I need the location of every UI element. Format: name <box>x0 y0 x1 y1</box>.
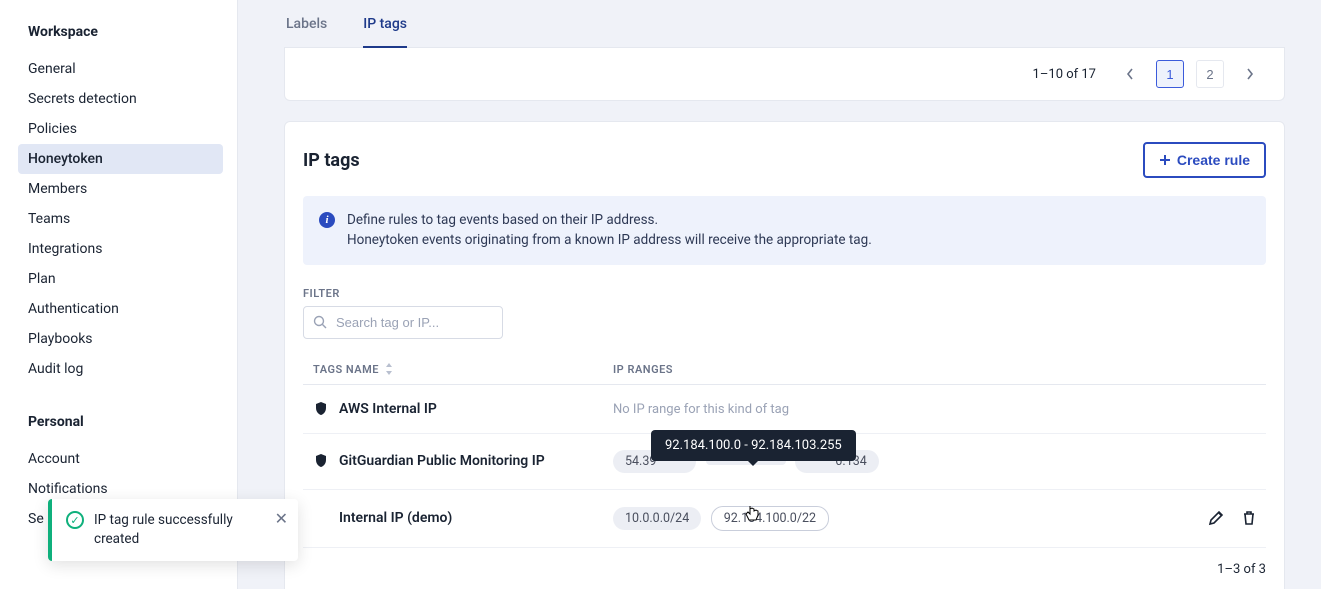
sidebar-group-workspace: Workspace General Secrets detection Poli… <box>28 24 223 384</box>
edit-button[interactable] <box>1208 510 1224 526</box>
column-tags-name[interactable]: TAGS NAME <box>313 363 379 376</box>
plus-icon <box>1159 154 1171 166</box>
paginator-next[interactable] <box>1236 60 1264 88</box>
table-row: AWS Internal IP No IP range for this kin… <box>303 385 1266 434</box>
footer-range: 1–3 of 3 <box>1217 562 1266 577</box>
ip-range-tooltip: 92.184.100.0 - 92.184.103.255 <box>651 430 856 461</box>
sidebar-item-plan[interactable]: Plan <box>18 264 223 294</box>
sidebar-item-account[interactable]: Account <box>18 444 223 474</box>
sort-icon[interactable] <box>385 363 393 375</box>
sidebar-item-secrets-detection[interactable]: Secrets detection <box>18 84 223 114</box>
tab-labels[interactable]: Labels <box>286 0 327 47</box>
chevron-right-icon <box>1246 68 1254 80</box>
card-title: IP tags <box>303 150 360 171</box>
create-rule-label: Create rule <box>1177 152 1250 168</box>
paginator-page-1[interactable]: 1 <box>1156 60 1184 88</box>
main-content: Labels IP tags 1–10 of 17 1 2 IP tags Cr… <box>238 0 1321 589</box>
row-name: Internal IP (demo) <box>339 510 452 526</box>
pencil-icon <box>1208 510 1224 526</box>
paginator-prev[interactable] <box>1116 60 1144 88</box>
table-row: Internal IP (demo) 10.0.0.0/24 92.184.10… <box>303 490 1266 548</box>
shield-icon <box>313 401 329 417</box>
ip-tags-card: IP tags Create rule i Define rules to ta… <box>284 121 1285 589</box>
info-line-1: Define rules to tag events based on thei… <box>347 210 872 230</box>
info-banner: i Define rules to tag events based on th… <box>303 196 1266 265</box>
check-circle-icon: ✓ <box>66 511 84 529</box>
sidebar-item-audit-log[interactable]: Audit log <box>18 354 223 384</box>
search-icon <box>313 315 327 329</box>
paginator-page-2[interactable]: 2 <box>1196 60 1224 88</box>
toast-close-button[interactable]: ✕ <box>275 509 288 528</box>
sidebar-item-teams[interactable]: Teams <box>18 204 223 234</box>
sidebar-item-playbooks[interactable]: Playbooks <box>18 324 223 354</box>
sidebar-group-title-personal: Personal <box>28 414 223 430</box>
ip-chip: 10.0.0.0/24 <box>613 507 701 530</box>
paginator-range: 1–10 of 17 <box>1033 67 1096 82</box>
info-line-2: Honeytoken events originating from a kno… <box>347 230 872 250</box>
toast-message: IP tag rule successfully created <box>94 511 258 549</box>
shield-icon <box>313 453 329 469</box>
tabs: Labels IP tags <box>284 0 1285 48</box>
chevron-left-icon <box>1126 68 1134 80</box>
delete-button[interactable] <box>1242 510 1256 526</box>
table-header: TAGS NAME IP RANGES <box>303 355 1266 385</box>
trash-icon <box>1242 510 1256 526</box>
row-name: GitGuardian Public Monitoring IP <box>339 453 545 469</box>
sidebar-item-policies[interactable]: Policies <box>18 114 223 144</box>
column-ip-ranges: IP RANGES <box>613 363 1176 376</box>
top-paginator-card: 1–10 of 17 1 2 <box>284 48 1285 101</box>
success-toast: ✓ IP tag rule successfully created ✕ <box>48 499 298 561</box>
sidebar-item-members[interactable]: Members <box>18 174 223 204</box>
sidebar-item-general[interactable]: General <box>18 54 223 84</box>
tab-ip-tags[interactable]: IP tags <box>363 0 407 48</box>
filter-input[interactable] <box>303 306 503 339</box>
info-icon: i <box>319 212 335 228</box>
table-row: GitGuardian Public Monitoring IP 54.39 0… <box>303 434 1266 490</box>
create-rule-button[interactable]: Create rule <box>1143 142 1266 178</box>
no-range-text: No IP range for this kind of tag <box>613 402 789 417</box>
row-name: AWS Internal IP <box>339 401 437 417</box>
ip-chip[interactable]: 92.184.100.0/22 <box>711 506 829 531</box>
filter-label: FILTER <box>303 287 1266 300</box>
filter-input-wrap <box>303 306 503 339</box>
sidebar-item-honeytoken[interactable]: Honeytoken <box>18 144 223 174</box>
sidebar-item-authentication[interactable]: Authentication <box>18 294 223 324</box>
sidebar-item-integrations[interactable]: Integrations <box>18 234 223 264</box>
sidebar-group-title-workspace: Workspace <box>28 24 223 40</box>
